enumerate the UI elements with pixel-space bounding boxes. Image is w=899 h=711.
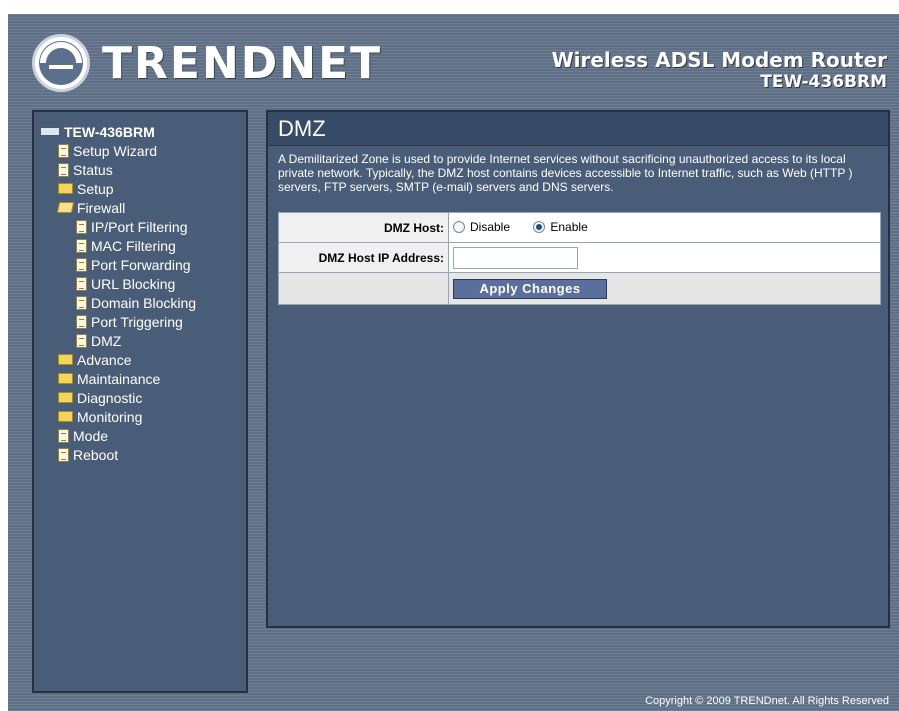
sidebar-item[interactable]: Domain Blocking	[40, 293, 196, 312]
sidebar-item-label: Port Triggering	[91, 313, 183, 330]
sidebar-item[interactable]: Port Triggering	[40, 312, 196, 331]
header: TRENDNET Wireless ADSL Modem Router TEW-…	[8, 14, 899, 110]
main-panel: DMZ A Demilitarized Zone is used to prov…	[266, 110, 890, 628]
dmz-ip-cell	[448, 242, 881, 273]
sidebar-item[interactable]: Status	[40, 160, 196, 179]
sidebar-item[interactable]: Diagnostic	[40, 388, 196, 407]
sidebar-item-label: Diagnostic	[77, 389, 143, 406]
disable-option[interactable]: Disable	[453, 220, 510, 234]
page-icon	[76, 295, 87, 310]
enable-radio[interactable]	[533, 220, 546, 233]
sidebar-item[interactable]: MAC Filtering	[40, 236, 196, 255]
folder-icon	[58, 373, 73, 384]
sidebar-item-label: Port Forwarding	[91, 256, 191, 273]
sidebar-item[interactable]: Mode	[40, 426, 196, 445]
page-icon	[76, 219, 87, 234]
enable-label: Enable	[550, 219, 588, 234]
dmz-host-options: Disable Enable	[448, 212, 881, 243]
sidebar-item[interactable]: Setup	[40, 179, 196, 198]
trendnet-logo: TRENDNET	[32, 34, 382, 92]
enable-option[interactable]: Enable	[533, 219, 588, 234]
sidebar-item-label: Maintainance	[77, 370, 161, 387]
dmz-form: DMZ Host: Disable Enable DMZ Host IP Add…	[278, 212, 881, 305]
sidebar-item[interactable]: Port Forwarding	[40, 255, 196, 274]
dmz-host-row: DMZ Host: Disable Enable	[278, 212, 881, 243]
apply-row: Apply Changes	[278, 272, 881, 305]
apply-changes-button[interactable]: Apply Changes	[453, 278, 607, 299]
page-icon	[76, 238, 87, 253]
sidebar-item-label: MAC Filtering	[91, 237, 176, 254]
page-icon	[76, 314, 87, 329]
sidebar-item[interactable]: Advance	[40, 350, 196, 369]
sidebar-item-label: Reboot	[73, 446, 119, 463]
logo-emblem-icon	[32, 34, 90, 92]
apply-cell: Apply Changes	[448, 272, 881, 305]
product-title: Wireless ADSL Modem Router TEW-436BRM	[552, 48, 887, 92]
page-description: A Demilitarized Zone is used to provide …	[278, 152, 853, 194]
disable-label: Disable	[470, 219, 511, 234]
router-icon	[40, 127, 60, 136]
copyright-footer: Copyright © 2009 TRENDnet. All Rights Re…	[645, 695, 889, 707]
apply-row-spacer	[278, 272, 449, 305]
sidebar-item-label: IP/Port Filtering	[91, 218, 188, 235]
sidebar-item[interactable]: Maintainance	[40, 369, 196, 388]
sidebar-item[interactable]: IP/Port Filtering	[40, 217, 196, 236]
disable-radio[interactable]	[453, 220, 465, 233]
sidebar-item[interactable]: Monitoring	[40, 407, 196, 426]
folder-icon	[58, 183, 73, 194]
page-icon	[76, 276, 87, 291]
folder-open-icon	[56, 202, 75, 213]
page-icon	[58, 143, 69, 158]
page-icon	[58, 447, 69, 462]
router-admin-page: TRENDNET Wireless ADSL Modem Router TEW-…	[8, 14, 899, 711]
folder-icon	[58, 392, 73, 403]
sidebar-item-label: Monitoring	[77, 408, 143, 425]
sidebar-item-label: DMZ	[91, 332, 122, 349]
sidebar-item-label: Status	[73, 161, 113, 178]
page-title: DMZ	[278, 115, 326, 141]
nav-tree: TEW-436BRM Setup Wizard Status Setup Firewal…	[40, 122, 196, 464]
sidebar-item-label: Firewall	[77, 199, 126, 216]
sidebar-item[interactable]: Reboot	[40, 445, 196, 464]
sidebar-item-label: Setup Wizard	[73, 142, 158, 159]
product-name: Wireless ADSL Modem Router	[551, 48, 887, 72]
dmz-ip-row: DMZ Host IP Address:	[278, 242, 881, 273]
page-title-bar: DMZ	[268, 112, 888, 146]
sidebar-item[interactable]: Setup Wizard	[40, 141, 196, 160]
page-icon	[58, 428, 69, 443]
page-icon	[76, 257, 87, 272]
sidebar-item-label: TEW-436BRM	[64, 123, 155, 140]
sidebar-item[interactable]: TEW-436BRM	[40, 122, 196, 141]
sidebar-item-label: Mode	[73, 427, 109, 444]
page-icon	[76, 333, 87, 348]
sidebar-item-label: Domain Blocking	[91, 294, 197, 311]
sidebar-item[interactable]: URL Blocking	[40, 274, 196, 293]
dmz-ip-input[interactable]	[453, 246, 578, 269]
logo-text: TRENDNET	[102, 37, 383, 89]
folder-icon	[58, 411, 73, 422]
sidebar-item-label: URL Blocking	[91, 275, 176, 292]
sidebar-item[interactable]: DMZ	[40, 331, 196, 350]
product-model: TEW-436BRM	[760, 72, 887, 92]
dmz-ip-label: DMZ Host IP Address:	[278, 242, 449, 273]
sidebar-item-label: Setup	[77, 180, 114, 197]
sidebar-item-label: Advance	[77, 351, 132, 368]
dmz-host-label: DMZ Host:	[278, 212, 449, 243]
folder-icon	[58, 354, 73, 365]
page-icon	[58, 162, 69, 177]
sidebar: TEW-436BRM Setup Wizard Status Setup Firewal…	[32, 110, 248, 693]
sidebar-item[interactable]: Firewall	[40, 198, 196, 217]
